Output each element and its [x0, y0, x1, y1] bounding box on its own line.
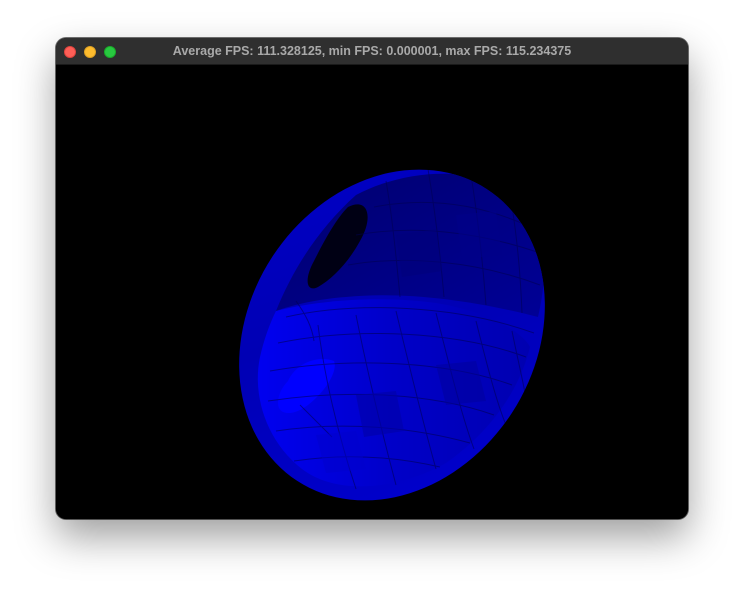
title-bar[interactable]: Average FPS: 111.328125, min FPS: 0.0000… — [56, 38, 688, 65]
window-title: Average FPS: 111.328125, min FPS: 0.0000… — [172, 44, 572, 58]
torus-render — [239, 168, 545, 501]
zoom-button[interactable] — [104, 46, 116, 58]
torus-object — [239, 168, 545, 501]
app-window: Average FPS: 111.328125, min FPS: 0.0000… — [56, 38, 688, 519]
close-button[interactable] — [64, 46, 76, 58]
minimize-button[interactable] — [84, 46, 96, 58]
render-viewport[interactable] — [56, 65, 688, 519]
